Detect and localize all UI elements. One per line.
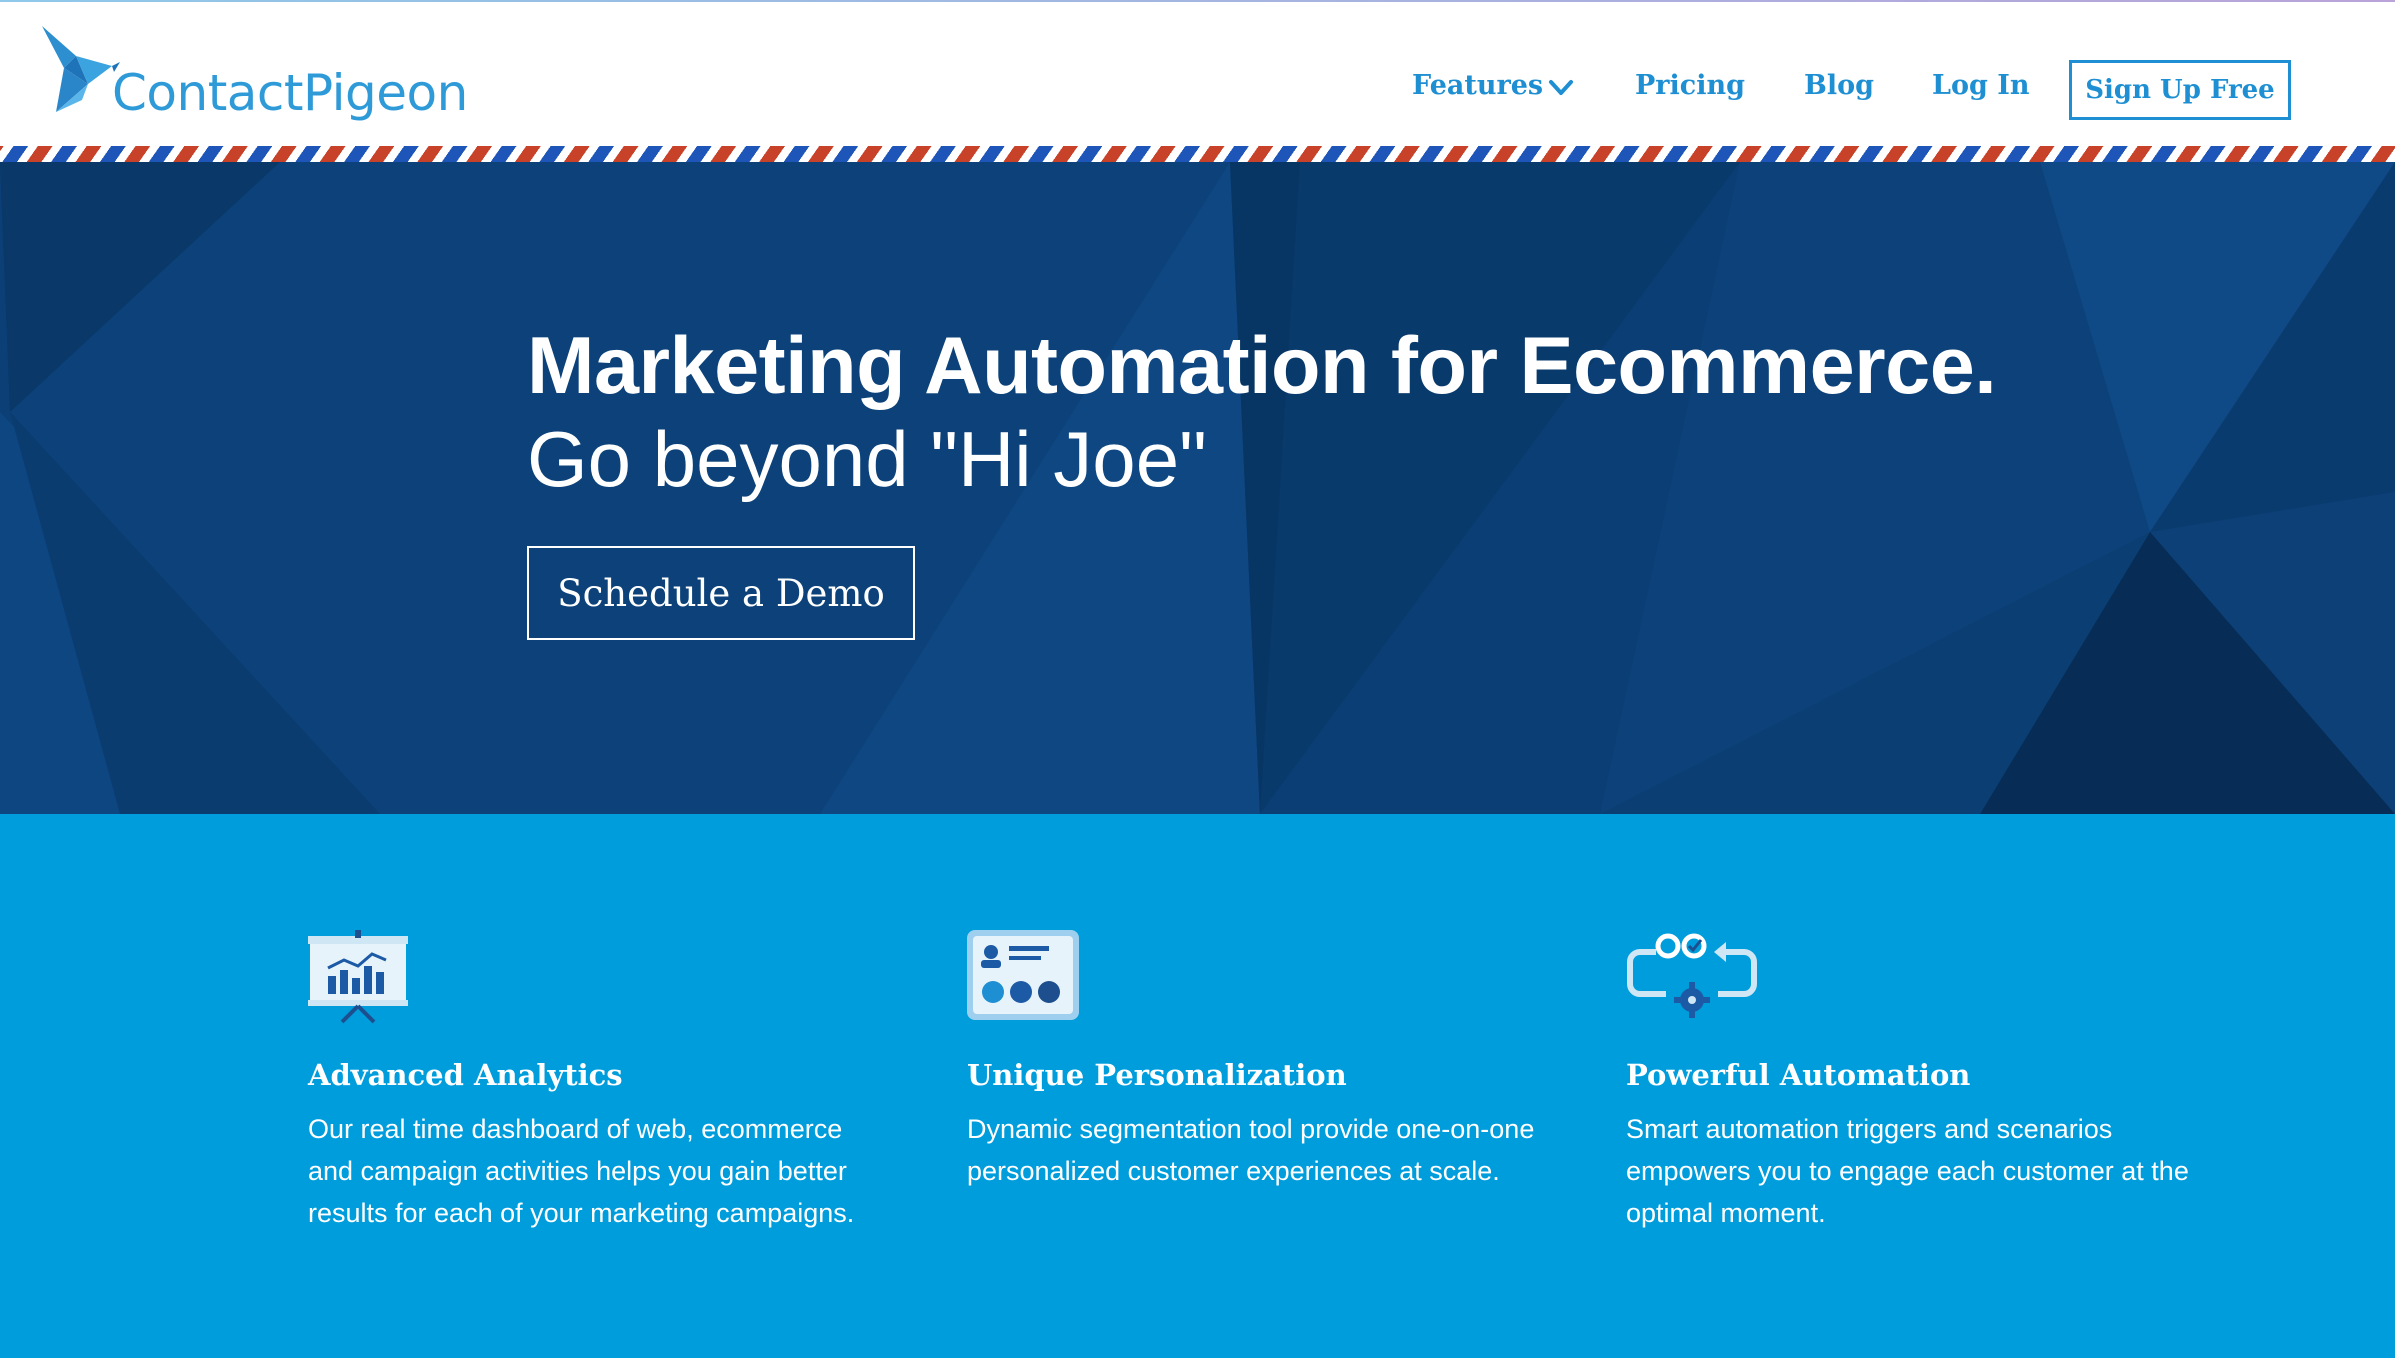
- feature-description: Our real time dashboard of web, ecommerc…: [308, 1114, 855, 1228]
- feature-description: Smart automation triggers and scenarios …: [1626, 1114, 2189, 1228]
- nav-login[interactable]: Log In: [1932, 70, 2030, 101]
- feature-title: Advanced Analytics: [308, 1058, 623, 1092]
- nav-blog[interactable]: Blog: [1804, 70, 1874, 101]
- automation-cycle-icon: [1627, 933, 1757, 1018]
- pigeon-logo-icon: [42, 26, 120, 112]
- nav-pricing[interactable]: Pricing: [1635, 70, 1745, 101]
- nav-features[interactable]: Features: [1412, 70, 1543, 101]
- feature-title: Powerful Automation: [1626, 1058, 1971, 1092]
- feature-title: Unique Personalization: [967, 1058, 1347, 1092]
- hero-subtitle: Go beyond "Hi Joe": [527, 415, 1207, 503]
- schedule-demo-button[interactable]: Schedule a Demo: [527, 546, 915, 640]
- features-section: Advanced Analytics Our real time dashboa…: [0, 814, 2395, 1358]
- site-header: ContactPigeon Features Pricing Blog Log …: [0, 2, 2395, 146]
- signup-button[interactable]: Sign Up Free: [2069, 60, 2291, 120]
- logo-wordmark: ContactPigeon: [112, 64, 468, 122]
- hero-section: Marketing Automation for Ecommerce. Go b…: [0, 162, 2395, 814]
- chevron-down-icon[interactable]: [1548, 78, 1574, 98]
- feature-description: Dynamic segmentation tool provide one-on…: [967, 1114, 1535, 1186]
- profile-card-icon: [967, 930, 1079, 1020]
- hero-title: Marketing Automation for Ecommerce.: [527, 321, 1997, 411]
- airmail-stripe-divider: [0, 146, 2395, 162]
- analytics-board-icon: [308, 930, 408, 1024]
